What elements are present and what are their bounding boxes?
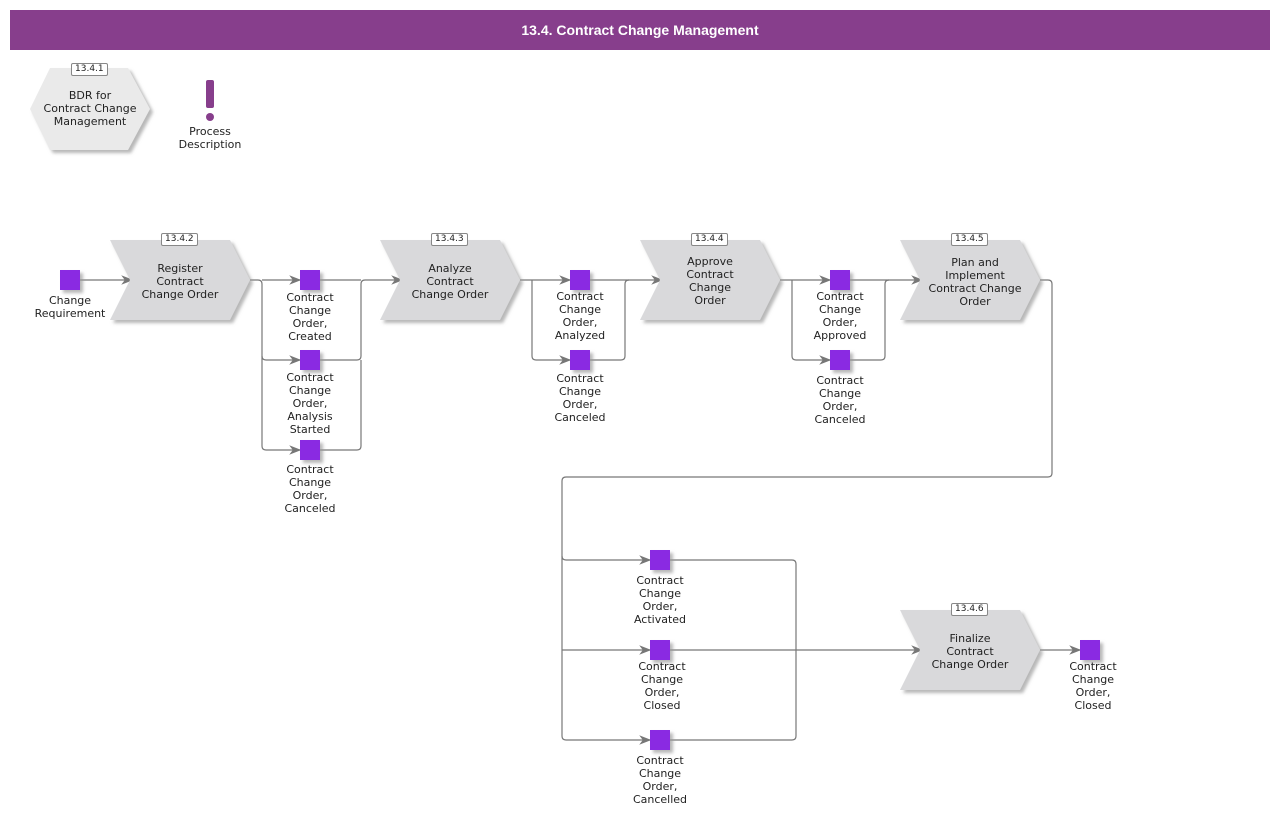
event-label: Contract Change Order, Analyzed xyxy=(554,290,606,342)
bdr-number-badge: 13.4.1 xyxy=(71,63,108,76)
event-activated[interactable] xyxy=(650,550,670,570)
event-label: Contract Change Order, Canceled xyxy=(284,463,336,515)
function-number-badge: 13.4.5 xyxy=(951,233,988,246)
function-label: Register Contract Change Order xyxy=(141,262,219,301)
event-canceled-1[interactable] xyxy=(300,440,320,460)
event-label: Contract Change Order, Closed xyxy=(1069,660,1117,712)
function-number-badge: 13.4.2 xyxy=(161,233,198,246)
event-label: Change Requirement xyxy=(34,294,106,320)
event-label: Contract Change Order, Activated xyxy=(633,574,687,626)
event-label: Contract Change Order, Analysis Started xyxy=(286,371,334,436)
event-label: Contract Change Order, Closed xyxy=(638,660,686,712)
exclamation-icon[interactable] xyxy=(206,80,214,121)
event-label: Contract Change Order, Canceled xyxy=(814,374,866,426)
event-analysis-started[interactable] xyxy=(300,350,320,370)
event-closed-final[interactable] xyxy=(1080,640,1100,660)
function-label: Approve Contract Change Order xyxy=(686,255,734,307)
function-number-badge: 13.4.3 xyxy=(431,233,468,246)
event-change-requirement[interactable] xyxy=(60,270,80,290)
event-canceled-2[interactable] xyxy=(570,350,590,370)
event-cancelled[interactable] xyxy=(650,730,670,750)
event-label: Contract Change Order, Canceled xyxy=(554,372,606,424)
bdr-label: BDR for Contract Change Management xyxy=(43,89,137,128)
function-number-badge: 13.4.4 xyxy=(691,233,728,246)
function-label: Analyze Contract Change Order xyxy=(411,262,489,301)
event-canceled-3[interactable] xyxy=(830,350,850,370)
function-label: Finalize Contract Change Order xyxy=(931,632,1009,671)
process-description-label: Process Description xyxy=(178,125,242,151)
event-closed-1[interactable] xyxy=(650,640,670,660)
function-label: Plan and Implement Contract Change Order xyxy=(928,256,1022,308)
event-analyzed[interactable] xyxy=(570,270,590,290)
event-created[interactable] xyxy=(300,270,320,290)
event-approved[interactable] xyxy=(830,270,850,290)
event-label: Contract Change Order, Cancelled xyxy=(632,754,688,806)
function-number-badge: 13.4.6 xyxy=(951,603,988,616)
event-label: Contract Change Order, Approved xyxy=(813,290,867,342)
event-label: Contract Change Order, Created xyxy=(286,291,334,343)
